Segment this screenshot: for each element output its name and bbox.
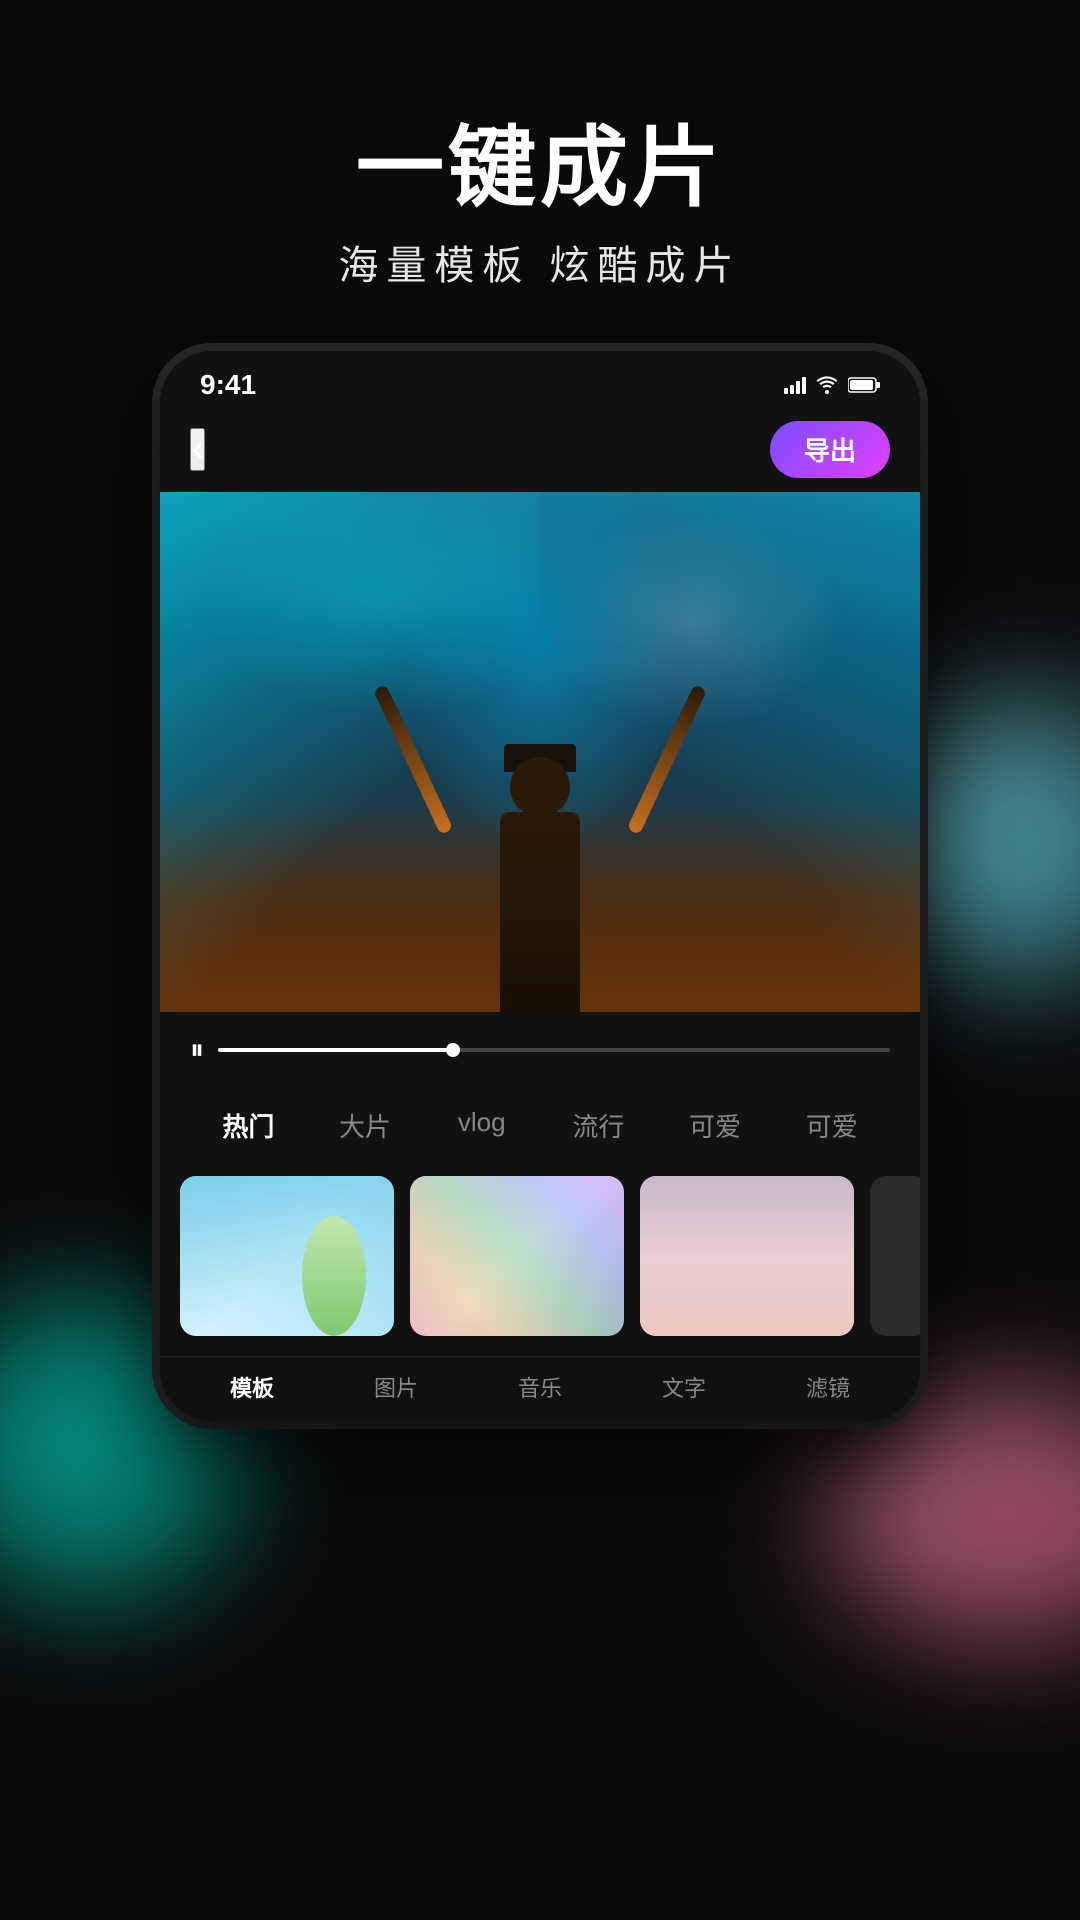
nav-label-text: 文字 — [662, 1371, 706, 1403]
progress-thumb — [446, 1043, 460, 1057]
tab-popular[interactable]: 流行 — [540, 1099, 657, 1152]
nav-label-filter: 滤镜 — [806, 1371, 850, 1403]
status-bar: 9:41 — [160, 351, 920, 411]
nav-label-template: 模板 — [230, 1371, 274, 1403]
tab-cute2[interactable]: 可爱 — [773, 1099, 890, 1152]
player-controls: ⏸ — [160, 1012, 920, 1089]
timeline: ⏸ — [190, 1028, 890, 1073]
back-button[interactable]: ‹ — [190, 428, 205, 471]
template-thumb-3[interactable] — [640, 1176, 854, 1336]
tab-movie[interactable]: 大片 — [307, 1099, 424, 1152]
export-button[interactable]: 导出 — [770, 421, 890, 478]
signal-icon — [784, 376, 806, 394]
progress-bar[interactable] — [218, 1048, 890, 1052]
phone-mockup: 9:41 — [160, 351, 920, 1421]
status-time: 9:41 — [200, 369, 256, 401]
tab-cute1[interactable]: 可爱 — [657, 1099, 774, 1152]
nav-label-music: 音乐 — [518, 1371, 562, 1403]
toolbar: ‹ 导出 — [160, 411, 920, 492]
play-pause-button[interactable]: ⏸ — [190, 1034, 204, 1067]
nav-item-filter[interactable]: 滤镜 — [806, 1371, 850, 1403]
page-center: 一键成片 海量模板 炫酷成片 9:41 — [0, 0, 1080, 1920]
templates-row — [160, 1166, 920, 1356]
progress-fill — [218, 1048, 453, 1052]
video-player[interactable] — [160, 492, 920, 1012]
template-thumb-4-partial[interactable] — [870, 1176, 920, 1336]
nav-item-text[interactable]: 文字 — [662, 1371, 706, 1403]
nav-label-image: 图片 — [374, 1371, 418, 1403]
promo-subtitle: 海量模板 炫酷成片 — [338, 233, 741, 291]
template-thumb-2[interactable] — [410, 1176, 624, 1336]
bottom-nav: 模板 图片 音乐 文字 滤镜 — [160, 1356, 920, 1421]
template-thumb-1[interactable] — [180, 1176, 394, 1336]
wifi-icon — [816, 376, 838, 394]
promo-title: 一键成片 — [338, 120, 741, 217]
tab-vlog[interactable]: vlog — [423, 1099, 540, 1152]
tab-trending[interactable]: 热门 — [190, 1099, 307, 1152]
category-tabs: 热门 大片 vlog 流行 可爱 可爱 — [160, 1089, 920, 1166]
nav-item-music[interactable]: 音乐 — [518, 1371, 562, 1403]
figure-silhouette — [440, 632, 640, 1012]
nav-item-template[interactable]: 模板 — [230, 1371, 274, 1403]
promo-text-block: 一键成片 海量模板 炫酷成片 — [338, 120, 741, 291]
nav-item-image[interactable]: 图片 — [374, 1371, 418, 1403]
status-icons — [784, 376, 880, 394]
figure-body — [500, 812, 580, 1012]
figure-head — [510, 757, 570, 817]
battery-icon — [848, 376, 880, 394]
